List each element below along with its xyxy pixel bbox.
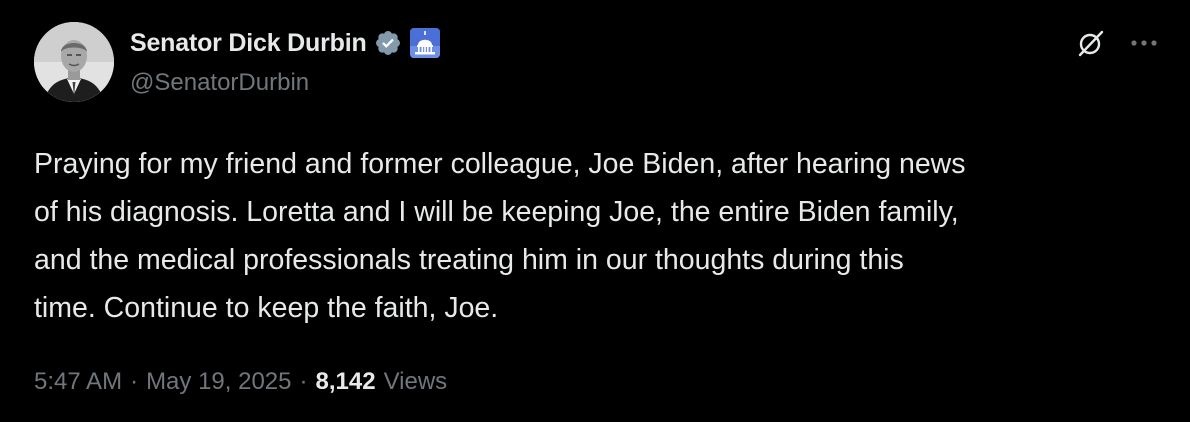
- tweet-time[interactable]: 5:47 AM: [34, 368, 122, 396]
- meta-separator: ·: [299, 368, 308, 395]
- tweet-text: Praying for my friend and former colleag…: [34, 148, 966, 324]
- avatar-portrait: [34, 22, 114, 102]
- author-handle[interactable]: @SenatorDurbin: [130, 69, 309, 97]
- meta-separator: ·: [130, 368, 139, 395]
- views-count[interactable]: 8,142: [316, 368, 376, 396]
- author-display-name[interactable]: Senator Dick Durbin: [130, 29, 367, 58]
- verified-badge-icon[interactable]: [374, 29, 402, 57]
- tweet-date[interactable]: May 19, 2025: [146, 368, 291, 396]
- capitol-dome-icon[interactable]: [409, 28, 440, 58]
- more-icon[interactable]: [1128, 29, 1160, 57]
- author-name-row: Senator Dick Durbin: [130, 26, 440, 60]
- views-label[interactable]: Views: [384, 368, 448, 396]
- grok-icon[interactable]: [1076, 28, 1106, 58]
- avatar[interactable]: [34, 22, 114, 102]
- tweet-card: Senator Dick Durbin @SenatorDurbin Prayi…: [0, 0, 1190, 422]
- tweet-meta: 5:47 AM · May 19, 2025 · 8,142 Views: [34, 364, 447, 400]
